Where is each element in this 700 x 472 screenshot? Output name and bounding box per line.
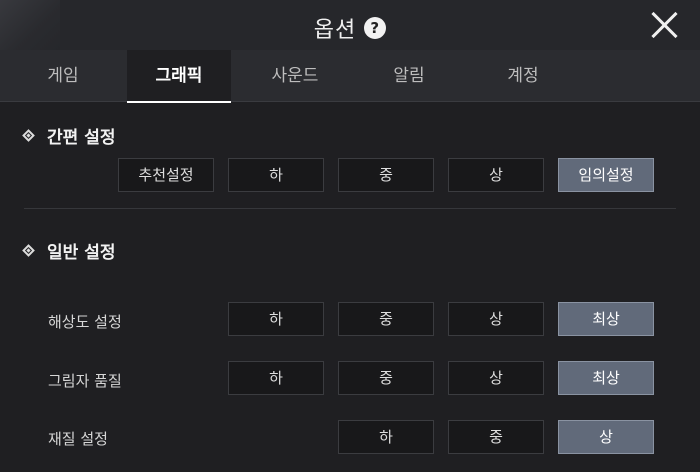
texture-high-button[interactable]: 상 [558,420,654,454]
resolution-high-button[interactable]: 상 [448,302,544,336]
shadow-highest-button[interactable]: 최상 [558,361,654,395]
resolution-highest-button[interactable]: 최상 [558,302,654,336]
resolution-medium-button[interactable]: 중 [338,302,434,336]
tab-bar: 게임 그래픽 사운드 알림 계정 [0,50,700,103]
tab-account[interactable]: 계정 [471,50,575,102]
texture-low-button[interactable]: 하 [338,420,434,454]
tab-graphics[interactable]: 그래픽 [127,50,231,103]
resolution-label: 해상도 설정 [48,313,122,331]
help-icon[interactable]: ? [364,17,387,39]
title-bar: 옵션 ? [0,0,700,50]
quick-high-button[interactable]: 상 [448,158,544,192]
tab-notification[interactable]: 알림 [357,50,461,102]
tab-sound[interactable]: 사운드 [243,50,347,102]
shadow-medium-button[interactable]: 중 [338,361,434,395]
quick-low-button[interactable]: 하 [228,158,324,192]
general-settings-title-text: 일반 설정 [47,243,116,263]
close-icon[interactable] [648,8,682,42]
quick-settings-title-text: 간편 설정 [47,128,116,148]
resolution-low-button[interactable]: 하 [228,302,324,336]
shadow-high-button[interactable]: 상 [448,361,544,395]
shadow-quality-label: 그림자 품질 [48,372,122,390]
window-title-text: 옵션 [313,18,357,43]
window-title: 옵션 ? [0,12,700,44]
texture-label: 재질 설정 [48,430,108,448]
diamond-bullet-icon [22,129,35,142]
general-settings-title: 일반 설정 [22,238,116,263]
quick-custom-button[interactable]: 임의설정 [558,158,654,192]
tab-game[interactable]: 게임 [11,50,115,102]
quick-settings-title: 간편 설정 [22,123,116,148]
quick-medium-button[interactable]: 중 [338,158,434,192]
shadow-low-button[interactable]: 하 [228,361,324,395]
quick-recommended-button[interactable]: 추천설정 [118,158,214,192]
section-divider [24,208,676,209]
texture-medium-button[interactable]: 중 [448,420,544,454]
diamond-bullet-icon [22,244,35,257]
